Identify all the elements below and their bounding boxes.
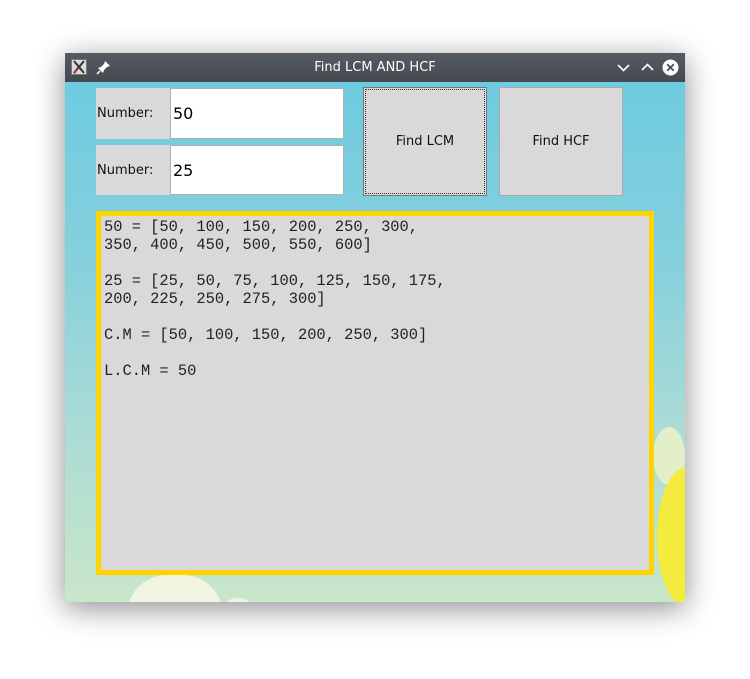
find-hcf-button[interactable]: Find HCF (499, 87, 623, 196)
find-lcm-button[interactable]: Find LCM (363, 87, 487, 196)
result-line: C.M = [50, 100, 150, 200, 250, 300] (104, 326, 428, 344)
number2-input[interactable]: 25 (170, 145, 344, 195)
window-content: Number: 50 Number: 25 Find LCM Find HCF … (65, 82, 685, 602)
result-line (104, 308, 646, 326)
result-line: L.C.M = 50 (104, 362, 197, 380)
app-window: Find LCM AND HCF Number: 50 Number: 25 F… (65, 53, 685, 602)
result-line: 25 = [25, 50, 75, 100, 125, 150, 175, (104, 272, 446, 290)
close-icon[interactable] (662, 59, 679, 76)
number1-input[interactable]: 50 (170, 88, 344, 139)
number2-label: Number: (96, 145, 170, 195)
result-line: 200, 225, 250, 275, 300] (104, 290, 326, 308)
maximize-icon[interactable] (639, 59, 656, 76)
result-line: 50 = [50, 100, 150, 200, 250, 300, (104, 218, 419, 236)
window-title: Find LCM AND HCF (314, 60, 436, 75)
background-decoration (127, 575, 223, 602)
result-text-area[interactable]: 50 = [50, 100, 150, 200, 250, 300, 350, … (96, 211, 654, 575)
result-line: 350, 400, 450, 500, 550, 600] (104, 236, 372, 254)
title-bar[interactable]: Find LCM AND HCF (65, 53, 685, 82)
result-line (104, 254, 646, 272)
background-decoration (227, 598, 249, 602)
number1-label: Number: (96, 88, 170, 139)
background-decoration (657, 467, 685, 602)
minimize-icon[interactable] (615, 59, 632, 76)
result-line (104, 344, 646, 362)
